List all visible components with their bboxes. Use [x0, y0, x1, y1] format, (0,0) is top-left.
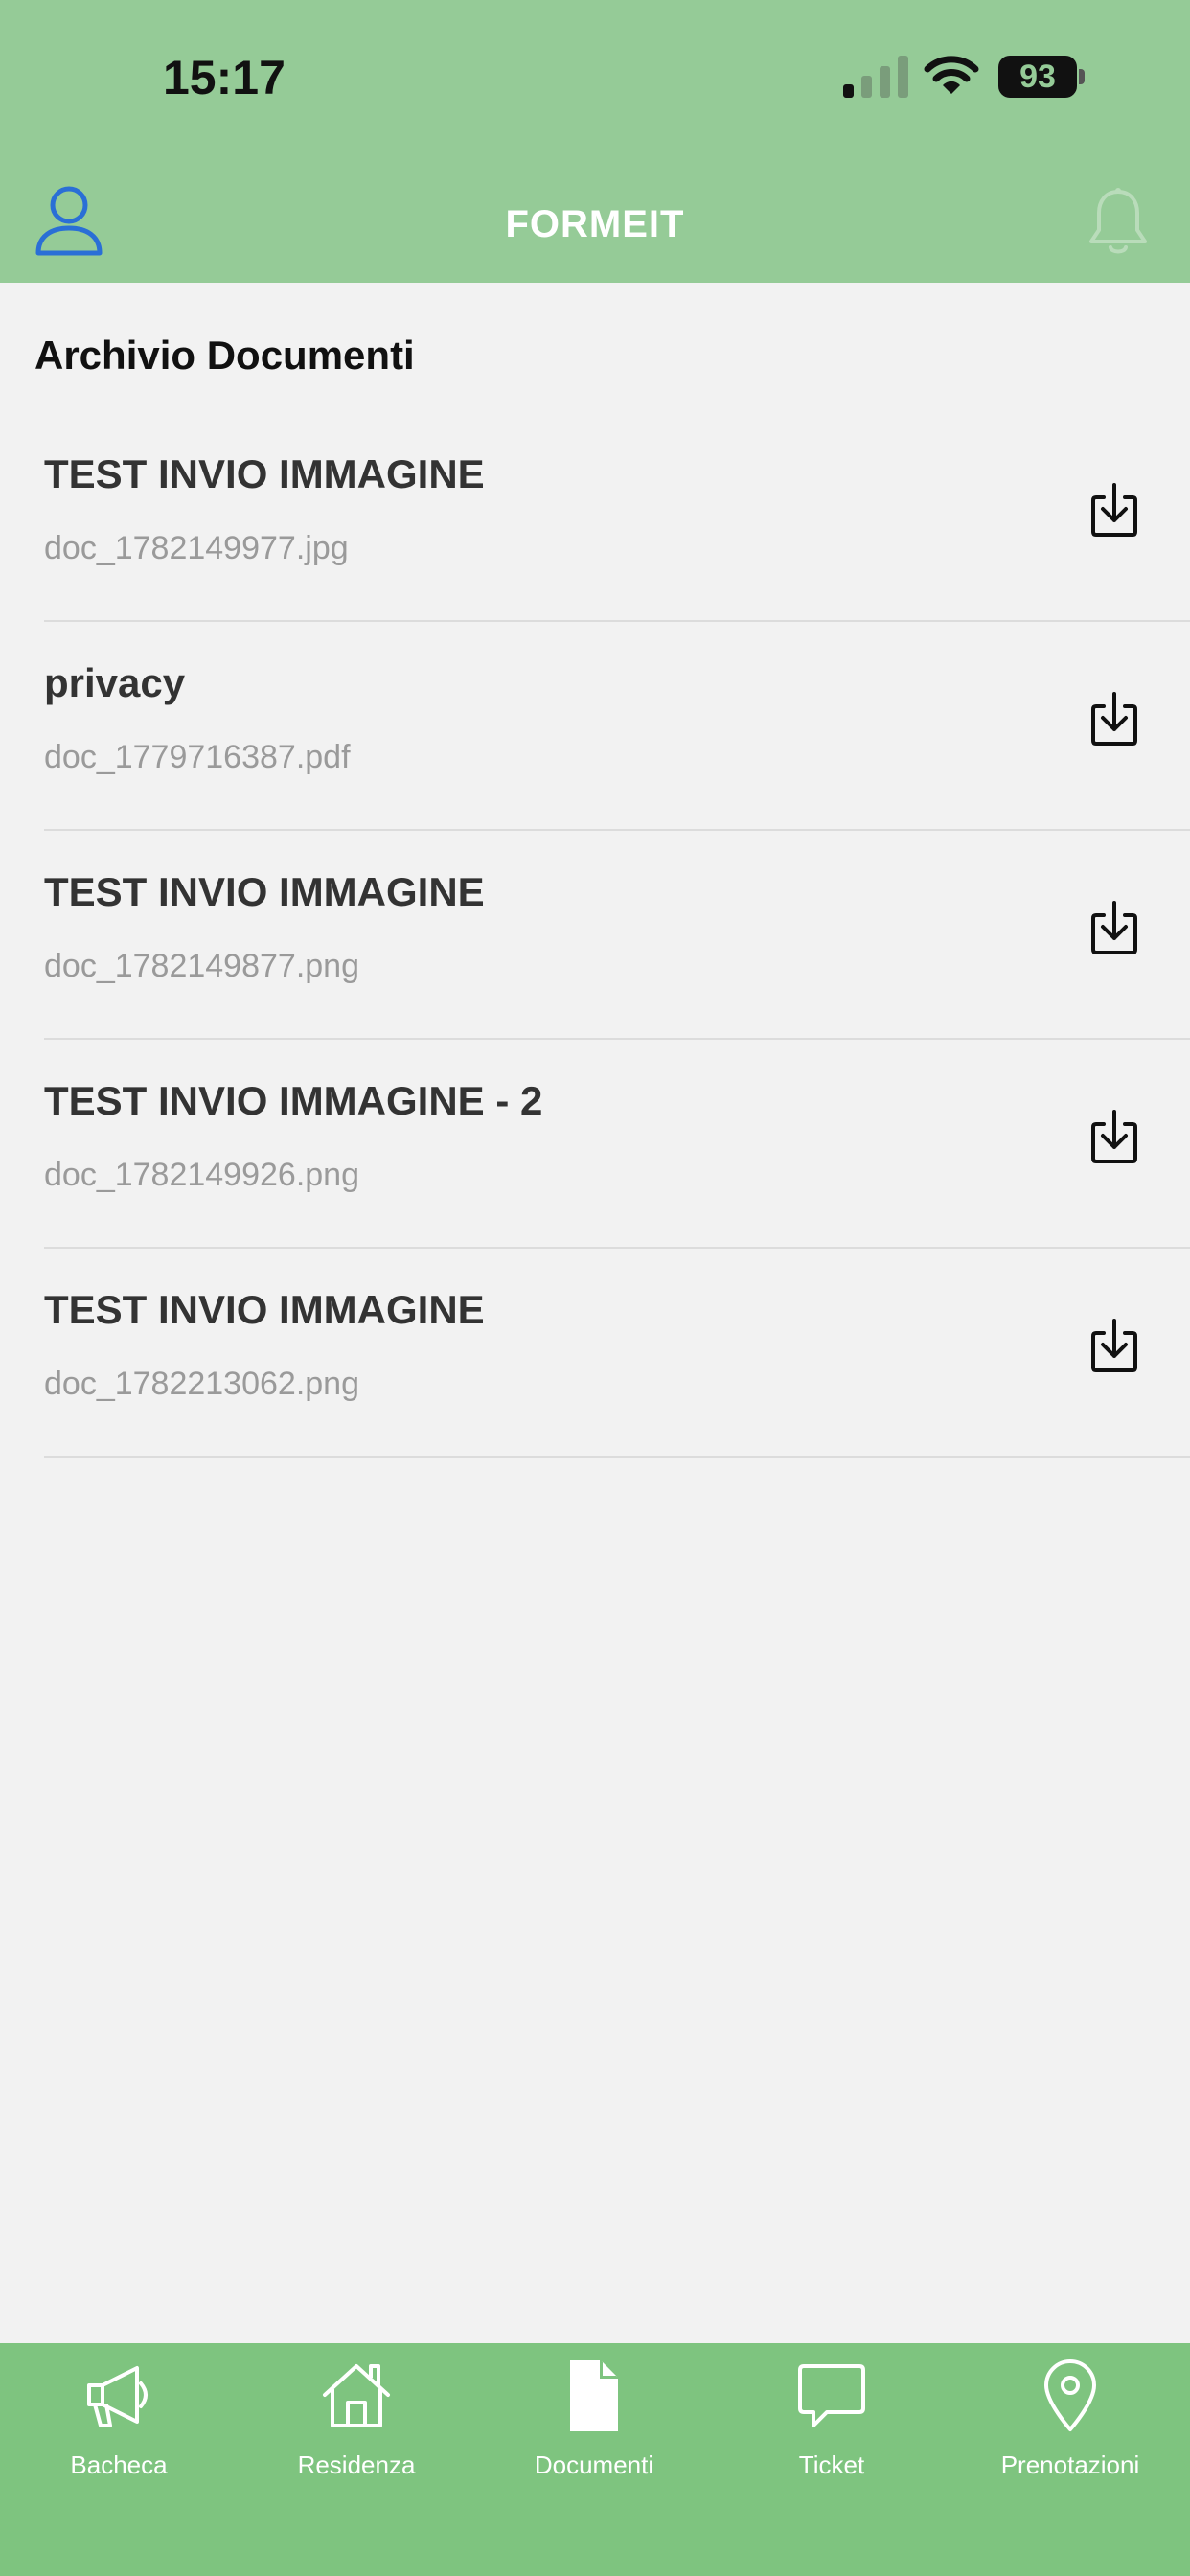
download-icon	[1091, 483, 1137, 537]
battery-level: 93	[998, 56, 1077, 98]
bottom-tab-bar: Bacheca Residenza Documenti Ticket Preno…	[0, 2343, 1190, 2576]
wifi-icon	[924, 56, 979, 94]
document-item[interactable]: TEST INVIO IMMAGINE - 2 doc_1782149926.p…	[44, 1040, 1190, 1249]
download-button[interactable]	[1090, 482, 1138, 538]
download-icon	[1091, 1319, 1137, 1372]
document-icon	[570, 2360, 618, 2431]
download-icon	[1091, 901, 1137, 954]
document-filename: doc_1782149877.png	[44, 948, 359, 984]
battery-nub	[1079, 69, 1085, 84]
tab-label: Ticket	[798, 2450, 865, 2479]
tab-documenti[interactable]: Documenti	[475, 2343, 713, 2516]
section-title: Archivio Documenti	[34, 333, 415, 378]
status-bar: 15:17 93	[0, 0, 1190, 153]
download-button[interactable]	[1090, 1109, 1138, 1164]
home-icon	[323, 2364, 390, 2427]
app-screen: 15:17 93 FORMEIT Archivio Documenti TEST…	[0, 0, 1190, 2576]
document-title: TEST INVIO IMMAGINE	[44, 1287, 485, 1332]
download-button[interactable]	[1090, 900, 1138, 955]
download-icon	[1091, 692, 1137, 746]
document-title: TEST INVIO IMMAGINE	[44, 869, 485, 914]
location-pin-icon	[1044, 2359, 1096, 2431]
tab-prenotazioni[interactable]: Prenotazioni	[950, 2343, 1190, 2516]
tab-ticket[interactable]: Ticket	[713, 2343, 950, 2516]
document-filename: doc_1782213062.png	[44, 1366, 359, 1402]
chat-bubble-icon	[798, 2364, 865, 2427]
document-item[interactable]: privacy doc_1779716387.pdf	[44, 622, 1190, 831]
document-title: privacy	[44, 660, 186, 705]
document-title: TEST INVIO IMMAGINE	[44, 451, 485, 496]
cellular-signal-icon	[843, 56, 908, 98]
header: 15:17 93 FORMEIT	[0, 0, 1190, 283]
tab-residenza[interactable]: Residenza	[238, 2343, 475, 2516]
document-item[interactable]: TEST INVIO IMMAGINE doc_1782213062.png	[44, 1249, 1190, 1458]
document-filename: doc_1782149977.jpg	[44, 530, 349, 566]
document-item[interactable]: TEST INVIO IMMAGINE doc_1782149977.jpg	[44, 413, 1190, 622]
tab-label: Residenza	[297, 2450, 416, 2479]
document-filename: doc_1779716387.pdf	[44, 739, 351, 775]
download-button[interactable]	[1090, 691, 1138, 747]
document-list: TEST INVIO IMMAGINE doc_1782149977.jpg p…	[44, 413, 1190, 1458]
document-title: TEST INVIO IMMAGINE - 2	[44, 1078, 543, 1123]
notification-bell-icon[interactable]	[1087, 186, 1150, 259]
tab-bacheca[interactable]: Bacheca	[0, 2343, 238, 2516]
status-time: 15:17	[163, 51, 286, 104]
tab-label: Bacheca	[70, 2450, 168, 2479]
tab-label: Documenti	[534, 2450, 654, 2479]
app-title: FORMEIT	[505, 203, 685, 245]
document-item[interactable]: TEST INVIO IMMAGINE doc_1782149877.png	[44, 831, 1190, 1040]
tab-label: Prenotazioni	[1000, 2450, 1140, 2479]
megaphone-icon	[87, 2366, 148, 2427]
document-filename: doc_1782149926.png	[44, 1157, 359, 1193]
download-icon	[1091, 1110, 1137, 1163]
download-button[interactable]	[1090, 1318, 1138, 1373]
battery-indicator: 93	[998, 56, 1087, 98]
app-bar: FORMEIT	[0, 172, 1190, 278]
